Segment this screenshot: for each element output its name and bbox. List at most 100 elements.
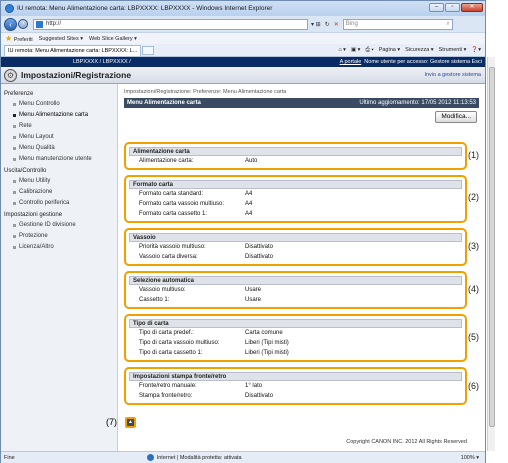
back-to-top-button[interactable]: ▲ (125, 417, 136, 428)
home-icon[interactable]: ⌂ ▾ (338, 47, 346, 54)
callout-3: (3) (468, 241, 479, 251)
address-row: ‹ › http:// ▾ ⊞ ↻ ✕ Bing ⌕ (1, 16, 485, 32)
user-info[interactable]: Nome utente per accesso: Gestore sistema… (364, 59, 482, 65)
callout-2: (2) (468, 192, 479, 202)
setting-row: Tipo di carta predef.: Carta comune (126, 328, 465, 338)
callout-7: (7) (106, 417, 117, 427)
portal-link[interactable]: A portale (340, 59, 362, 65)
cmd-security[interactable]: Sicurezza ▾ (405, 47, 433, 54)
help-icon[interactable]: ❓▾ (471, 47, 481, 54)
favorites-button[interactable]: ★ Preferiti (5, 34, 33, 43)
callout-1: (1) (468, 150, 479, 160)
setting-row: Formato carta standard: A4 (126, 189, 465, 199)
setting-label: Fronte/retro manuale: (139, 383, 197, 389)
callout-4: (4) (468, 284, 479, 294)
section-title: Impostazioni stampa fronte/retro (129, 372, 462, 381)
fav-web-slice-gallery[interactable]: Web Slice Gallery ▾ (89, 36, 137, 42)
setting-label: Tipo di carta vassoio multiuso: (139, 340, 220, 346)
refresh-icon[interactable]: ↻ (325, 21, 330, 28)
setting-value: 1° lato (245, 383, 263, 389)
sidebar-item-menu-utility[interactable]: Menu Utility (1, 176, 117, 187)
sidebar-item-protezione[interactable]: Protezione (1, 231, 117, 242)
stop-icon[interactable]: ✕ (334, 21, 339, 28)
section-formato-carta: Formato carta Formato carta standard: A4 … (124, 175, 467, 223)
zoom-control[interactable]: 100% ▾ (461, 455, 485, 461)
setting-value: Auto (245, 158, 258, 164)
bullet-icon (13, 202, 16, 205)
main-panel: Impostazioni/Registrazione: Preferenze: … (120, 84, 483, 451)
close-window-button[interactable]: ✕ (461, 3, 483, 12)
setting-row: Vassoio carta diversa: Disattivato (126, 252, 465, 262)
favorites-label: Preferiti (13, 36, 33, 43)
setting-value: Disattivato (245, 244, 274, 250)
sidebar-item-controllo-periferica[interactable]: Controllo periferica (1, 198, 117, 209)
tab-active[interactable]: IU remota: Menu Alimentazione carta: LBP… (4, 44, 142, 56)
feeds-icon[interactable]: ▣ ▾ (351, 47, 361, 54)
search-icon[interactable]: ⌕ (446, 21, 449, 28)
address-bar[interactable]: http:// (33, 18, 308, 30)
sidebar-item-gestione-id[interactable]: Gestione ID divisione (1, 220, 117, 231)
cmd-tools[interactable]: Strumenti ▾ (439, 47, 467, 54)
security-zone[interactable]: Internet | Modalità protetta: attivata (146, 454, 242, 461)
bullet-icon (13, 235, 16, 238)
setting-value: Usare (245, 297, 262, 303)
sidebar-item-licenza[interactable]: Licenza/Altro (1, 242, 117, 253)
sidebar-group-gestione: Impostazioni gestione (4, 212, 63, 218)
callout-6: (6) (468, 381, 479, 391)
page-content: LBPXXXX / LBPXXXX / A portale Nome utent… (1, 57, 485, 451)
sidebar-group-uscita: Uscita/Controllo (4, 168, 47, 174)
forward-button[interactable]: › (18, 19, 28, 29)
new-tab-button[interactable] (142, 45, 155, 55)
setting-value: Disattivato (245, 254, 274, 260)
device-strip: LBPXXXX / LBPXXXX / A portale Nome utent… (1, 57, 485, 67)
panel-title: Menu Alimentazione carta (127, 100, 201, 106)
setting-value: A4 (245, 201, 253, 207)
device-name: LBPXXXX / LBPXXXX / (73, 59, 131, 65)
compat-icon[interactable]: ▾ ⊞ (311, 21, 321, 28)
cmd-page[interactable]: Pagina ▾ (379, 47, 400, 54)
title-bar: IU remota: Menu Alimentazione carta: LBP… (1, 1, 485, 16)
setting-row: Formato carta vassoio multiuso: A4 (126, 199, 465, 209)
bullet-icon (13, 136, 16, 139)
breadcrumb: Impostazioni/Registrazione: Preferenze: … (124, 89, 287, 95)
setting-value: Disattivato (245, 393, 274, 399)
sidebar-item-calibrazione[interactable]: Calibrazione (1, 187, 117, 198)
setting-label: Formato carta standard: (139, 191, 204, 197)
setting-row: Stampa fronte/retro: Disattivato (126, 391, 465, 401)
sidebar-item-rete[interactable]: Rete (1, 121, 117, 132)
section-title: Vassoio (129, 233, 462, 242)
globe-icon (146, 454, 154, 461)
maximize-button[interactable]: ▫ (445, 3, 460, 12)
section-fronte-retro: Impostazioni stampa fronte/retro Fronte/… (124, 367, 467, 405)
sidebar-item-label: Menu Qualità (19, 145, 55, 151)
sidebar-item-menu-layout[interactable]: Menu Layout (1, 132, 117, 143)
print-icon[interactable]: ⎙ ▾ (365, 47, 373, 54)
setting-label: Priorità vassoio multiuso: (139, 244, 206, 250)
sidebar-item-menu-qualita[interactable]: Menu Qualità (1, 143, 117, 154)
scrollbar-thumb[interactable] (489, 67, 495, 427)
setting-row: Tipo di carta cassetto 1: Liberi (Tipi mi… (126, 348, 465, 358)
section-selezione-automatica: Selezione automatica Vassoio multiuso: Us… (124, 271, 467, 309)
page-title: Impostazioni/Registrazione (21, 70, 132, 80)
copyright: Copyright CANON INC. 2012 All Rights Res… (346, 439, 467, 445)
sidebar-item-menu-alimentazione-carta[interactable]: Menu Alimentazione carta (1, 110, 117, 121)
setting-label: Alimentazione carta: (139, 158, 194, 164)
setting-value: Liberi (Tipi misti) (245, 350, 289, 356)
vertical-scrollbar[interactable] (487, 57, 495, 451)
search-input[interactable]: Bing ⌕ (342, 18, 453, 30)
sidebar-item-menu-manutenzione[interactable]: Menu manutenzione utente (1, 154, 117, 165)
sidebar-item-menu-controllo[interactable]: Menu Controllo (1, 99, 117, 110)
fav-suggested-sites[interactable]: Suggested Sites ▾ (39, 36, 83, 42)
minimize-button[interactable]: – (429, 3, 444, 12)
send-to-admin-link[interactable]: Invio a gestore sistema (424, 72, 485, 78)
sidebar-item-label: Menu manutenzione utente (19, 156, 92, 162)
bullet-icon (13, 114, 16, 117)
back-button[interactable]: ‹ (4, 17, 17, 31)
modify-button[interactable]: Modifica... (435, 111, 477, 123)
sidebar-item-label: Menu Alimentazione carta (19, 112, 89, 118)
section-title: Formato carta (129, 180, 462, 189)
tab-title: IU remota: Menu Alimentazione carta: LBP… (8, 47, 138, 54)
setting-value: A4 (245, 191, 253, 197)
panel-header: Menu Alimentazione carta Ultimo aggiorna… (124, 98, 479, 108)
bullet-icon (13, 158, 16, 161)
